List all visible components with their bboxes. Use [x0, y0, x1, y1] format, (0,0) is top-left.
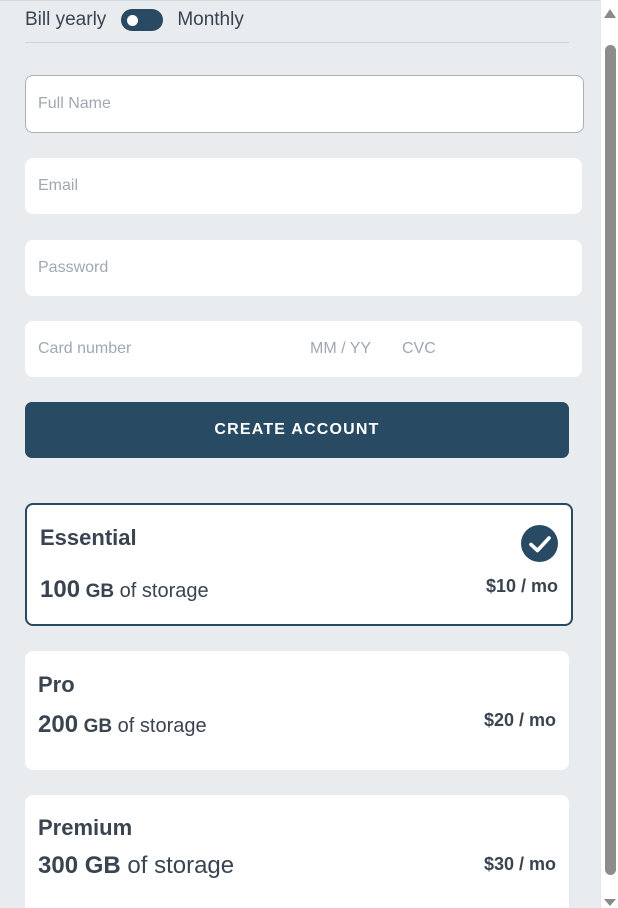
plan-storage: 300 GB of storage [38, 852, 234, 880]
plan-storage: 100 GB of storage [40, 576, 209, 604]
card-number-input[interactable] [38, 340, 310, 358]
monthly-label: Monthly [177, 9, 244, 30]
vertical-scrollbar[interactable] [600, 0, 618, 908]
storage-unit: GB [83, 716, 113, 737]
storage-suffix: of storage [117, 715, 207, 737]
plan-price: $10 / mo [485, 576, 558, 596]
scrollbar-thumb[interactable] [605, 45, 616, 875]
plan-name: Pro [38, 672, 75, 697]
divider [25, 42, 569, 43]
bill-yearly-label: Bill yearly [25, 9, 107, 30]
scroll-down-arrow-icon[interactable] [604, 899, 616, 906]
full-name-input[interactable] [25, 75, 584, 133]
checkmark-icon [521, 525, 558, 562]
plan-price: $30 / mo [483, 854, 556, 874]
password-input[interactable] [25, 240, 582, 296]
create-account-button[interactable]: CREATE ACCOUNT [25, 402, 569, 458]
storage-suffix: of storage [119, 580, 209, 602]
card-cvc-input[interactable] [402, 340, 502, 358]
storage-amount: 200 [38, 711, 79, 738]
storage-unit: GB [84, 852, 121, 879]
plan-name: Essential [40, 525, 137, 550]
billing-toggle-switch[interactable] [121, 9, 164, 31]
card-details-field [25, 321, 582, 377]
scroll-up-arrow-icon[interactable] [604, 9, 616, 18]
plan-card-pro[interactable]: Pro 200 GB of storage $20 / mo [25, 651, 569, 770]
storage-suffix: of storage [127, 852, 235, 879]
plan-price: $20 / mo [483, 710, 556, 730]
plan-storage: 200 GB of storage [38, 711, 207, 739]
storage-amount: 300 [38, 852, 79, 879]
plan-card-essential[interactable]: Essential 100 GB of storage $10 / mo [25, 503, 573, 626]
toggle-knob [127, 15, 139, 26]
card-expiry-input[interactable] [310, 340, 402, 358]
plan-card-premium[interactable]: Premium 300 GB of storage $30 / mo [25, 795, 569, 908]
storage-amount: 100 [40, 576, 81, 603]
email-input[interactable] [25, 158, 582, 214]
signup-page: Bill yearly Monthly CREATE ACCOUNT Essen… [0, 0, 600, 908]
billing-toggle-row: Bill yearly Monthly [25, 8, 244, 32]
plan-name: Premium [38, 815, 133, 840]
storage-unit: GB [85, 581, 115, 602]
